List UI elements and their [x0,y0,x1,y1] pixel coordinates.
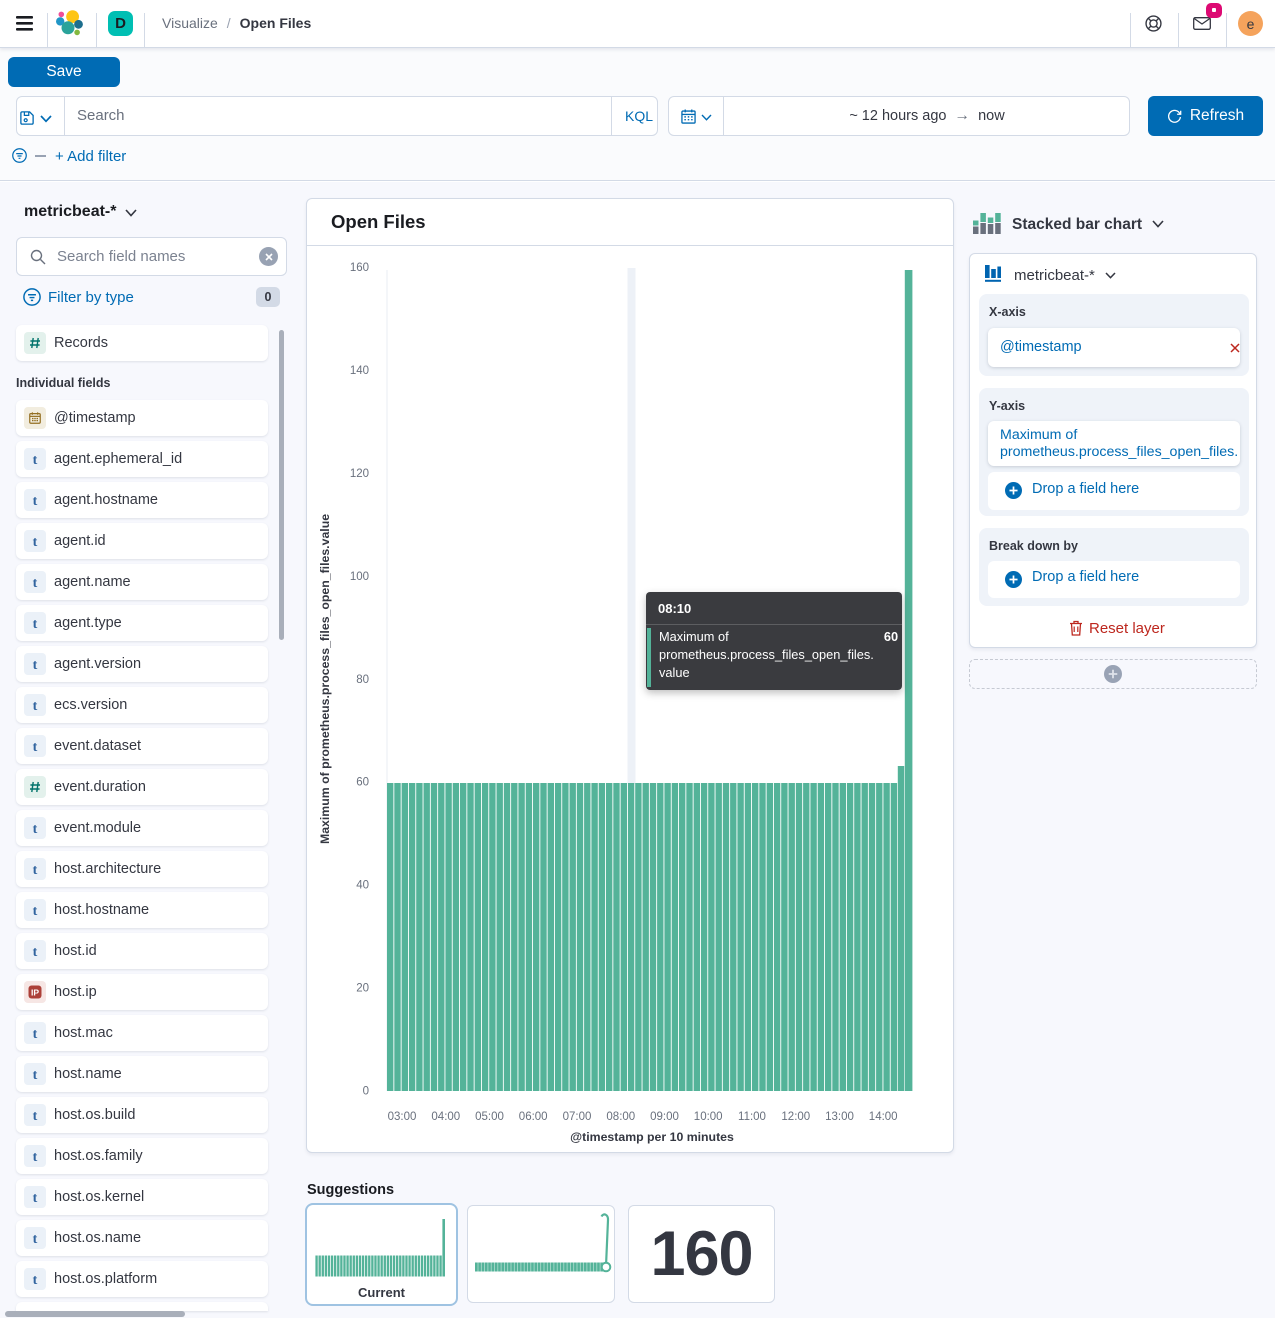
svg-text:t: t [33,658,38,673]
svg-text:100: 100 [350,571,369,583]
svg-text:t: t [33,740,38,755]
svg-text:t: t [33,1068,38,1083]
svg-text:10:00: 10:00 [694,1111,723,1123]
svg-text:09:00: 09:00 [650,1111,679,1123]
svg-text:160: 160 [350,262,369,274]
svg-text:t: t [33,1109,38,1124]
svg-text:40: 40 [356,880,369,892]
svg-text:t: t [33,1273,38,1288]
svg-text:t: t [33,699,38,714]
svg-text:t: t [33,535,38,550]
svg-text:t: t [33,863,38,878]
svg-text:13:00: 13:00 [825,1111,854,1123]
svg-text:t: t [33,822,38,837]
svg-text:t: t [33,945,38,960]
svg-text:14:00: 14:00 [869,1111,898,1123]
svg-text:t: t [33,904,38,919]
svg-text:t: t [33,1191,38,1206]
svg-text:t: t [33,617,38,632]
svg-text:t: t [33,453,38,468]
svg-text:05:00: 05:00 [475,1111,504,1123]
svg-text:t: t [33,494,38,509]
svg-text:80: 80 [356,674,369,686]
svg-text:20: 20 [356,983,369,995]
svg-text:11:00: 11:00 [738,1111,766,1123]
svg-text:Maximum of prometheus.process_: Maximum of prometheus.process_files_open… [318,514,332,844]
svg-text:03:00: 03:00 [388,1111,417,1123]
svg-text:08:00: 08:00 [606,1111,635,1123]
svg-text:140: 140 [350,365,369,377]
svg-text:60: 60 [356,777,369,789]
svg-text:t: t [33,1232,38,1247]
svg-text:t: t [33,1027,38,1042]
svg-text:0: 0 [363,1085,369,1097]
svg-text:IP: IP [31,987,39,997]
svg-text:@timestamp per 10 minutes: @timestamp per 10 minutes [570,1130,734,1144]
svg-text:t: t [33,1150,38,1165]
svg-text:12:00: 12:00 [781,1111,810,1123]
svg-text:07:00: 07:00 [563,1111,592,1123]
svg-text:04:00: 04:00 [431,1111,460,1123]
svg-text:06:00: 06:00 [519,1111,548,1123]
svg-text:t: t [33,576,38,591]
svg-text:120: 120 [350,468,369,480]
